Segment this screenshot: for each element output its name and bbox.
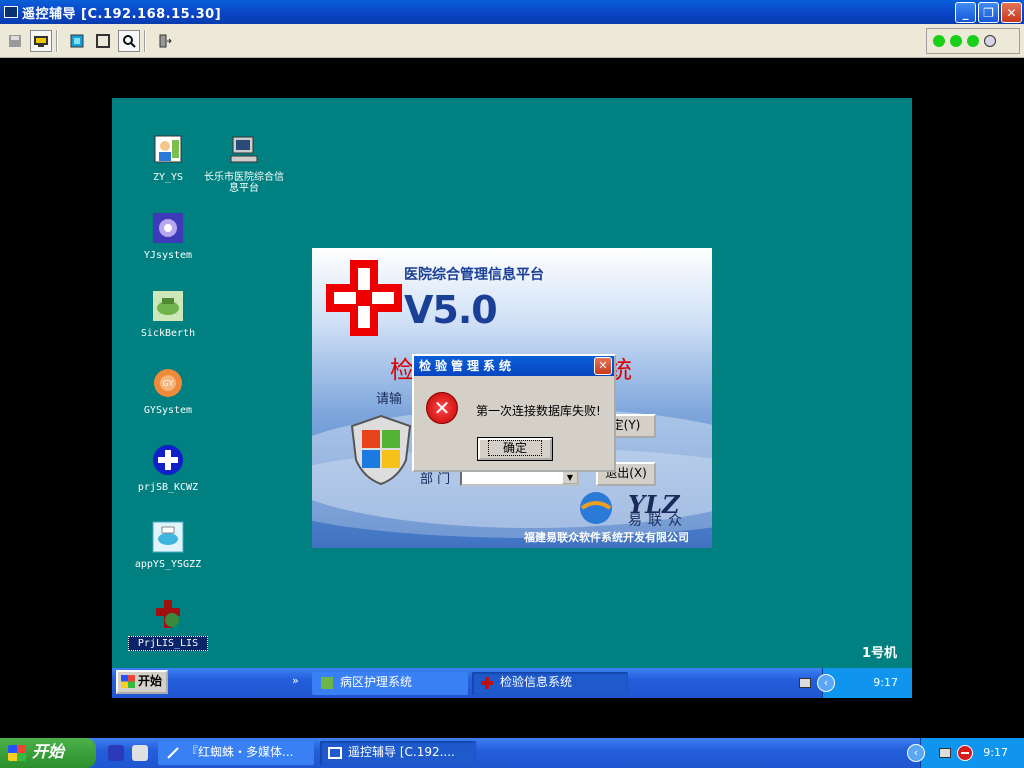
dialog-title: 检验管理系统: [419, 359, 516, 373]
remote-clock: 9:17: [873, 676, 898, 689]
ok-button-label: 确定: [487, 440, 542, 456]
system-tray: ‹ 9:17: [907, 738, 1024, 768]
ylz-logo-cn: 易联众: [628, 513, 688, 529]
window-icon: [328, 747, 342, 759]
remote-task-ward-nursing[interactable]: 病区护理系统: [312, 672, 468, 695]
task-remote-control[interactable]: 遥控辅导 [C.192....: [320, 741, 476, 765]
clock: 9:17: [983, 746, 1008, 759]
shield-icon: [350, 414, 412, 486]
machine-label: 1号机: [862, 646, 898, 661]
desktop-icon-appys-ysgzz[interactable]: appYS_YSGZZ: [128, 521, 208, 570]
ylz-logo-icon: [580, 492, 612, 524]
exit-icon[interactable]: [154, 30, 176, 52]
error-icon: ✕: [426, 392, 458, 424]
dialog-message: 第一次连接数据库失败!: [476, 404, 601, 418]
chevron-left-icon[interactable]: ‹: [817, 674, 835, 692]
remote-control-icon[interactable]: [30, 29, 52, 52]
start-button[interactable]: 开始: [0, 738, 96, 768]
bed-icon: [153, 291, 183, 321]
flower-icon: [153, 213, 183, 243]
status-dot: [967, 35, 979, 47]
status-dot: [950, 35, 962, 47]
remote-desktop[interactable]: ZY_YS 长乐市医院综合信息平台 YJsystem SickBerth GY …: [112, 98, 912, 698]
chevron-down-icon[interactable]: ▼: [562, 470, 578, 484]
window-titlebar: 遥控辅导 [C.192.168.15.30] _ ❐ ✕: [0, 0, 1024, 24]
quicklaunch-anchor-icon[interactable]: [108, 745, 124, 761]
ok-button[interactable]: 确定: [477, 437, 553, 461]
save-icon[interactable]: [4, 30, 26, 52]
spider-icon: [167, 747, 179, 759]
lab-icon: [481, 677, 493, 689]
app-icon: [4, 6, 18, 18]
zoom-icon[interactable]: [118, 29, 140, 52]
splash-version: V5.0: [404, 288, 498, 332]
plus-icon: [153, 445, 183, 475]
desktop-icon-zy-ys[interactable]: ZY_YS: [128, 134, 208, 183]
close-button[interactable]: ✕: [1001, 2, 1022, 23]
face-icon: [984, 35, 996, 47]
toolbar-separator: [56, 29, 58, 52]
quicklaunch-ie-icon[interactable]: [132, 745, 148, 761]
company-name: 福建易联众软件系统开发有限公司: [524, 531, 689, 544]
doctor-icon: [154, 135, 182, 163]
keyboard-icon[interactable]: [799, 678, 811, 688]
windows-logo-icon: [121, 675, 135, 688]
desktop-icon-prjsb-kcwz[interactable]: prjSB_KCWZ: [128, 444, 208, 493]
status-dot: [933, 35, 945, 47]
fullscreen-icon[interactable]: [66, 30, 88, 52]
desktop-icon-yjsystem[interactable]: YJsystem: [128, 212, 208, 261]
svg-text:GY: GY: [163, 379, 174, 388]
splash-system-name: 检: [390, 356, 414, 384]
splash-prompt: 请输: [376, 392, 403, 407]
status-indicators: [926, 28, 1020, 54]
computer-icon: [230, 136, 258, 163]
task-red-spider[interactable]: 『红蜘蛛・多媒体...: [158, 741, 314, 765]
error-dialog: 检验管理系统 ✕ ✕ 第一次连接数据库失败! 确定: [412, 354, 616, 472]
window-icon[interactable]: [92, 30, 114, 52]
dialog-titlebar: 检验管理系统 ✕: [414, 356, 614, 376]
minimize-button[interactable]: _: [955, 2, 976, 23]
stop-icon[interactable]: [957, 745, 973, 761]
desktop-icon-sickberth[interactable]: SickBerth: [128, 290, 208, 339]
splash-title: 医院综合管理信息平台: [404, 267, 544, 283]
desktop-icon-gysystem[interactable]: GY GYSystem: [128, 367, 208, 416]
remote-system-tray: ‹ 9:17: [799, 668, 912, 698]
desktop-icon-platform[interactable]: 长乐市医院综合信息平台: [204, 134, 284, 194]
local-taskbar: 开始 『红蜘蛛・多媒体... 遥控辅导 [C.192.... ‹ 9:17: [0, 738, 1024, 768]
app-icon: [321, 677, 333, 689]
dialog-close-button[interactable]: ✕: [594, 357, 612, 375]
chevron-left-icon[interactable]: ‹: [907, 744, 925, 762]
restore-button[interactable]: ❐: [978, 2, 999, 23]
keyboard-icon[interactable]: [939, 748, 951, 758]
remote-task-lab-info[interactable]: 检验信息系统: [472, 672, 628, 695]
toolbar-separator: [144, 29, 146, 52]
pill-icon: [152, 521, 184, 553]
red-cross-logo-icon: [326, 260, 402, 336]
remote-taskbar: 开始 » 病区护理系统 检验信息系统 ‹ 9:17: [112, 668, 912, 698]
chevron-icon[interactable]: »: [292, 674, 299, 687]
windows-logo-icon: [8, 745, 26, 761]
desktop-icon-prjlis-lis[interactable]: PrjLIS_LIS: [128, 598, 208, 651]
remote-start-button[interactable]: 开始: [116, 670, 168, 694]
toolbar: [0, 24, 1024, 58]
window-title: 遥控辅导 [C.192.168.15.30]: [22, 6, 222, 22]
lab-icon: [156, 600, 180, 628]
gear-badge-icon: GY: [154, 369, 182, 397]
